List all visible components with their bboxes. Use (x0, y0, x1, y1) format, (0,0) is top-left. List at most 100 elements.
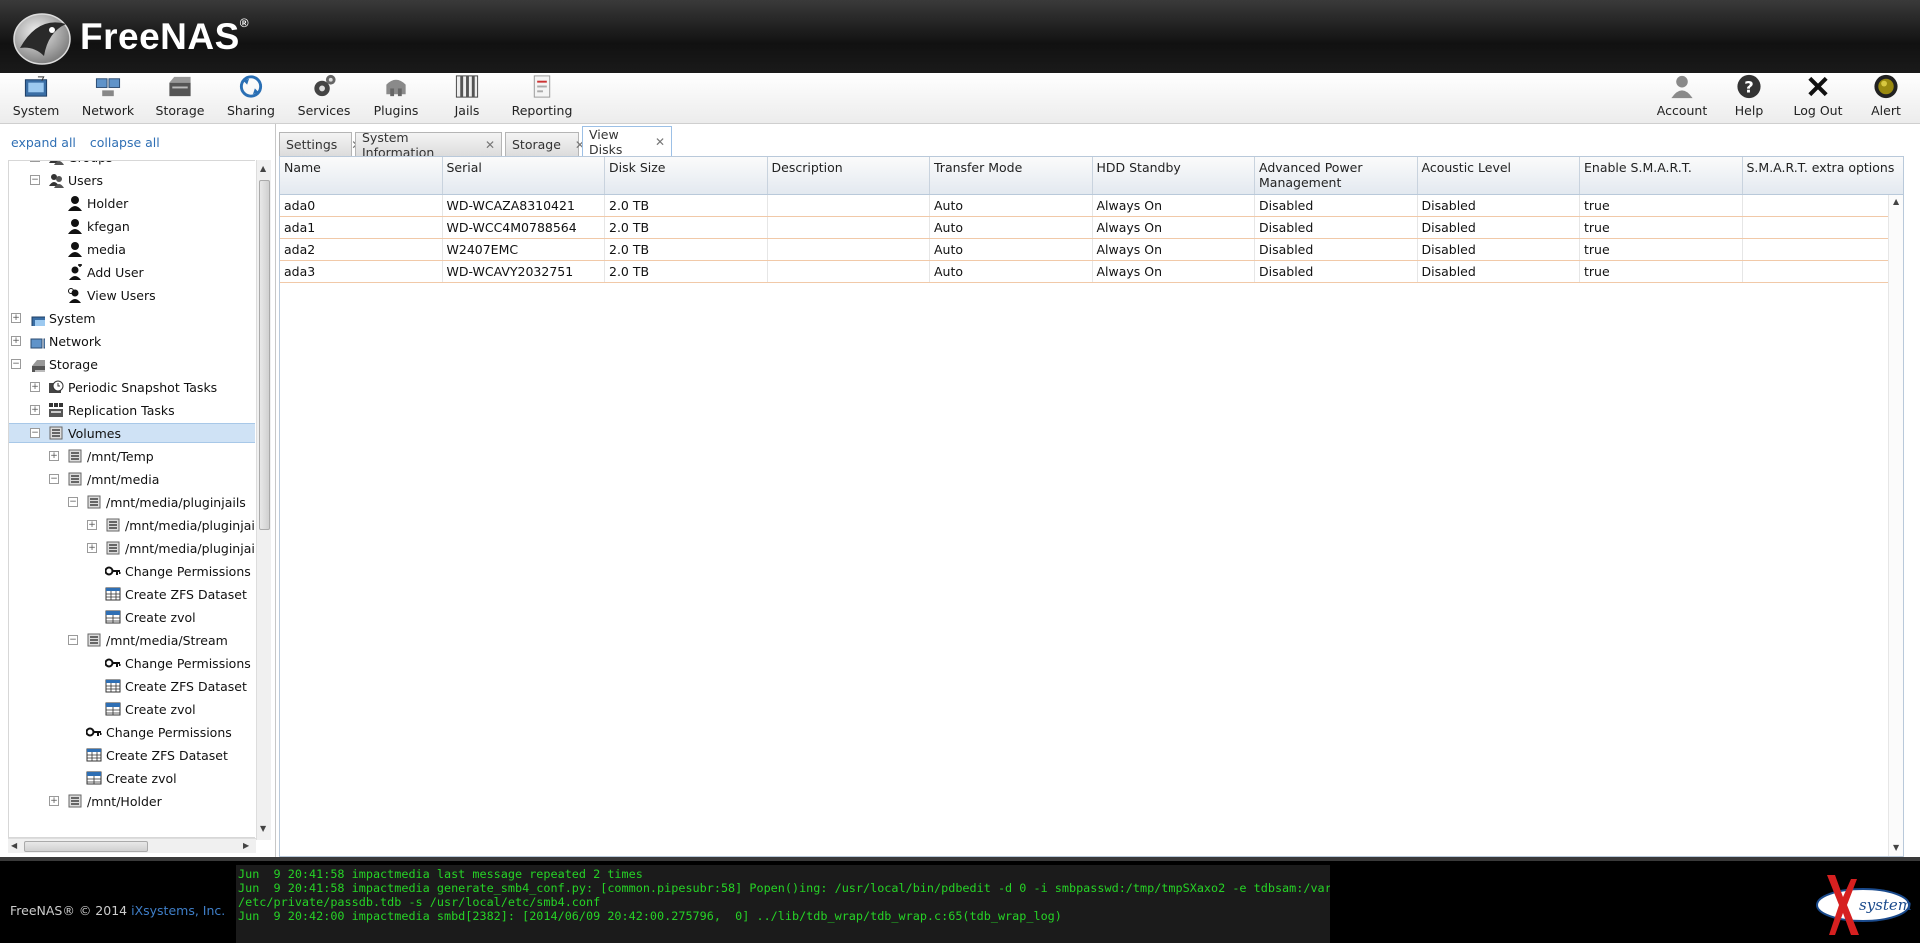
tree-node[interactable]: + Periodic Snapshot Tasks (9, 377, 217, 397)
tree-node[interactable]: − Users (9, 170, 103, 190)
toolbar-system-button[interactable]: System (0, 73, 72, 124)
toolbar-network-button[interactable]: Network (72, 73, 144, 124)
table-row[interactable]: ada1 WD-WCC4M0788564 2.0 TB Auto Always On Di… (280, 217, 1903, 239)
company-link[interactable]: iXsystems, Inc. (131, 903, 225, 918)
tree-node[interactable]: + /mnt/Holder (9, 791, 162, 811)
tree-collapse-toggle[interactable]: − (68, 635, 78, 645)
tree-node[interactable]: Change Permissions (9, 561, 251, 581)
tree-expand-toggle[interactable]: + (11, 336, 21, 346)
toolbar-help-button[interactable]: ? Help (1717, 73, 1781, 124)
tree-node[interactable]: − /mnt/media/pluginjails (9, 492, 246, 512)
tree-collapse-toggle[interactable]: − (11, 359, 21, 369)
tree-node[interactable]: Create zvol (9, 607, 196, 627)
column-header[interactable]: Serial (443, 157, 605, 194)
column-header[interactable]: Transfer Mode (930, 157, 1093, 194)
tree-collapse-toggle[interactable]: − (30, 428, 40, 438)
toolbar-reporting-button[interactable]: Reporting (506, 73, 578, 124)
scroll-down-icon[interactable]: ▼ (1893, 843, 1899, 852)
column-header[interactable]: HDD Standby (1093, 157, 1255, 194)
tree-node[interactable]: − Storage (9, 354, 98, 374)
tab-label: View Disks (589, 126, 623, 157)
tree-expand-toggle[interactable]: + (30, 382, 40, 392)
tree-node[interactable]: Change Permissions (9, 653, 251, 673)
tab-settings[interactable]: Settings✕ (279, 132, 361, 156)
toolbar-log-out-button[interactable]: Log Out (1786, 73, 1850, 124)
scrollbar-thumb[interactable] (24, 841, 148, 852)
tree-node[interactable]: media (9, 239, 126, 259)
tree-node[interactable]: View Users (9, 285, 156, 305)
tab-label: Settings (286, 137, 338, 152)
table-row[interactable]: ada0 WD-WCAZA8310421 2.0 TB Auto Always On Di… (280, 195, 1903, 217)
scrollbar-thumb[interactable] (259, 180, 270, 530)
tree-node[interactable]: Change Permissions (9, 722, 232, 742)
column-header[interactable]: Enable S.M.A.R.T. (1580, 157, 1743, 194)
close-tab-icon[interactable]: ✕ (655, 135, 665, 149)
scroll-up-icon[interactable]: ▲ (1893, 197, 1899, 206)
tree-node[interactable]: + /mnt/Temp (9, 446, 154, 466)
toolbar-services-button[interactable]: Services (288, 73, 360, 124)
tree-node[interactable]: Create zvol (9, 699, 196, 719)
column-header[interactable]: S.M.A.R.T. extra options (1743, 157, 1904, 194)
scroll-left-icon[interactable]: ◀ (11, 841, 17, 850)
close-tab-icon[interactable]: ✕ (485, 138, 495, 152)
tree-node[interactable]: Create ZFS Dataset (9, 584, 247, 604)
toolbar-alert-button[interactable]: Alert (1854, 73, 1918, 124)
tree-node[interactable]: − /mnt/media/Stream (9, 630, 228, 650)
tree-collapse-toggle[interactable]: − (49, 474, 59, 484)
table-row[interactable]: ada3 WD-WCAVY2032751 2.0 TB Auto Always On Di… (280, 261, 1903, 283)
expand-all-link[interactable]: expand all (11, 135, 76, 150)
column-header[interactable]: Advanced Power Management (1255, 157, 1418, 194)
tab-view-disks[interactable]: View Disks ✕ (582, 126, 672, 157)
tree-node[interactable]: + /mnt/media/pluginjails/ (9, 538, 255, 558)
table-cell: 2.0 TB (605, 239, 768, 260)
tab-storage[interactable]: Storage ✕ (505, 132, 585, 156)
tree-expand-toggle[interactable]: + (30, 161, 40, 162)
tree-expand-toggle[interactable]: + (49, 451, 59, 461)
tree-node[interactable]: Add User (9, 262, 144, 282)
toolbar-storage-button[interactable]: Storage (144, 73, 216, 124)
tree-expand-toggle[interactable]: + (87, 543, 97, 553)
scroll-down-icon[interactable]: ▼ (260, 824, 266, 833)
scroll-up-icon[interactable]: ▲ (260, 164, 266, 173)
tree-horizontal-scrollbar[interactable]: ◀ ▶ (8, 838, 256, 853)
tree-node[interactable]: Holder (9, 193, 128, 213)
copyright-label: FreeNAS® © 2014 (10, 903, 132, 918)
tree-vertical-scrollbar[interactable]: ▲ ▼ (256, 160, 271, 840)
tree-node[interactable]: kfegan (9, 216, 130, 236)
table-cell: ada3 (280, 261, 443, 282)
toolbar-plugins-button[interactable]: Plugins (360, 73, 432, 124)
collapse-all-link[interactable]: collapse all (90, 135, 160, 150)
help-icon: ? (1737, 74, 1761, 99)
column-header[interactable]: Description (768, 157, 930, 194)
tree-node[interactable]: − Volumes (9, 423, 255, 443)
tree-node[interactable]: Create ZFS Dataset (9, 676, 247, 696)
tree-node[interactable]: + Network (9, 331, 101, 351)
toolbar-account-button[interactable]: Account (1650, 73, 1714, 124)
tree-collapse-toggle[interactable]: − (68, 497, 78, 507)
tree-node[interactable]: + System (9, 308, 96, 328)
tree-expand-toggle[interactable]: + (49, 796, 59, 806)
tree-node[interactable]: + Replication Tasks (9, 400, 175, 420)
tree-expand-toggle[interactable]: + (87, 520, 97, 530)
toolbar-sharing-button[interactable]: Sharing (215, 73, 287, 124)
column-header[interactable]: Name (280, 157, 443, 194)
tree-node[interactable]: Create zvol (9, 768, 177, 788)
tree-expand-toggle[interactable]: + (30, 405, 40, 415)
users-icon (49, 174, 64, 188)
column-header[interactable]: Disk Size (605, 157, 768, 194)
table-cell (1743, 239, 1904, 260)
tree-expand-toggle[interactable]: + (11, 313, 21, 323)
tab-system-information[interactable]: System Information ✕ (355, 130, 502, 160)
tree-node[interactable]: + /mnt/media/pluginjails/ (9, 515, 255, 535)
table-row[interactable]: ada2 W2407EMC 2.0 TB Auto Always On Disabled D… (280, 239, 1904, 261)
tree-node[interactable]: − /mnt/media (9, 469, 159, 489)
tree-node[interactable]: + Groups (9, 161, 113, 167)
scroll-right-icon[interactable]: ▶ (243, 841, 249, 850)
column-header[interactable]: Acoustic Level (1418, 157, 1580, 194)
svg-text:systems: systems (1859, 896, 1911, 914)
toolbar-jails-button[interactable]: Jails (431, 73, 503, 124)
tree-node[interactable]: Create ZFS Dataset (9, 745, 228, 765)
grid-vertical-scrollbar[interactable]: ▲ ▼ (1888, 195, 1903, 856)
brand-name: FreeNAS® (80, 16, 250, 57)
tree-collapse-toggle[interactable]: − (30, 175, 40, 185)
